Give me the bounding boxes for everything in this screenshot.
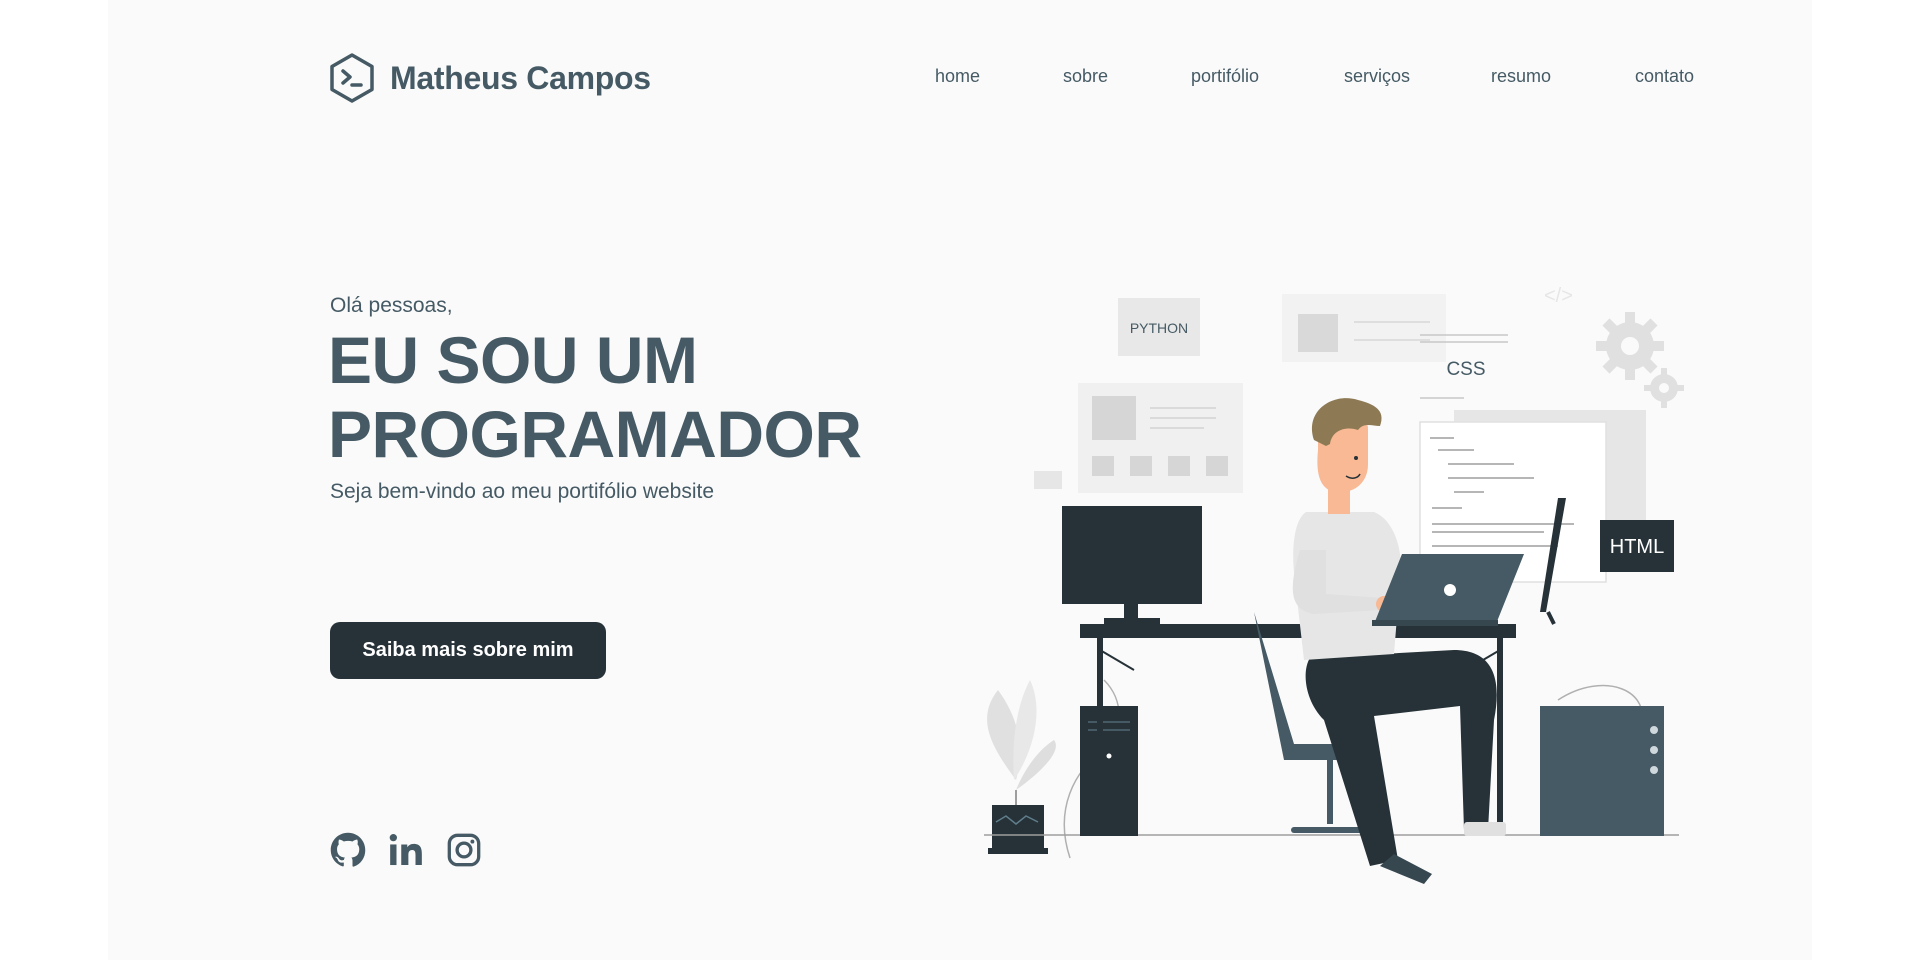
nav-servicos[interactable]: serviços [1344,66,1410,87]
html-tag: HTML [1610,536,1664,558]
instagram-icon [447,833,481,867]
pc-tower-right [1540,706,1664,836]
brand[interactable]: Matheus Campos [328,52,651,104]
terminal-logo-icon [330,53,374,103]
hero-title-line2: PROGRAMADOR [328,397,862,471]
ui-card-top [1282,294,1446,362]
brand-name: Matheus Campos [390,59,651,96]
python-tag: PYTHON [1130,320,1188,336]
hero-title: EU SOU UM PROGRAMADOR [328,323,862,471]
programmer-illustration: PYTHON CSS </> HTML [984,285,1684,884]
plant-icon [987,680,1056,854]
github-icon [330,832,366,867]
code-symbol-icon: </> [1544,285,1573,307]
about-me-button[interactable]: Saiba mais sobre mim [330,622,606,679]
nav-portifolio[interactable]: portifólio [1191,66,1259,87]
hero-title-line1: EU SOU UM [328,323,698,397]
nav-resumo[interactable]: resumo [1491,66,1551,87]
hero-subtitle: Seja bem-vindo ao meu portifólio website [330,480,715,503]
linkedin-icon [389,834,422,866]
ui-card-left [1078,383,1243,493]
nav-home[interactable]: home [935,66,980,87]
hero-greeting: Olá pessoas, [330,294,453,317]
social-links [328,830,484,870]
gear-icon [1596,312,1684,408]
nav-contato[interactable]: contato [1635,66,1694,87]
linkedin-link[interactable] [386,830,426,870]
nav-sobre[interactable]: sobre [1063,66,1108,87]
monitor [1062,506,1202,624]
css-tag: CSS [1446,359,1485,380]
github-link[interactable] [328,830,368,870]
page: Matheus Campos home sobre portifólio ser… [108,0,1812,960]
instagram-link[interactable] [444,830,484,870]
pc-tower-left [1080,706,1138,836]
